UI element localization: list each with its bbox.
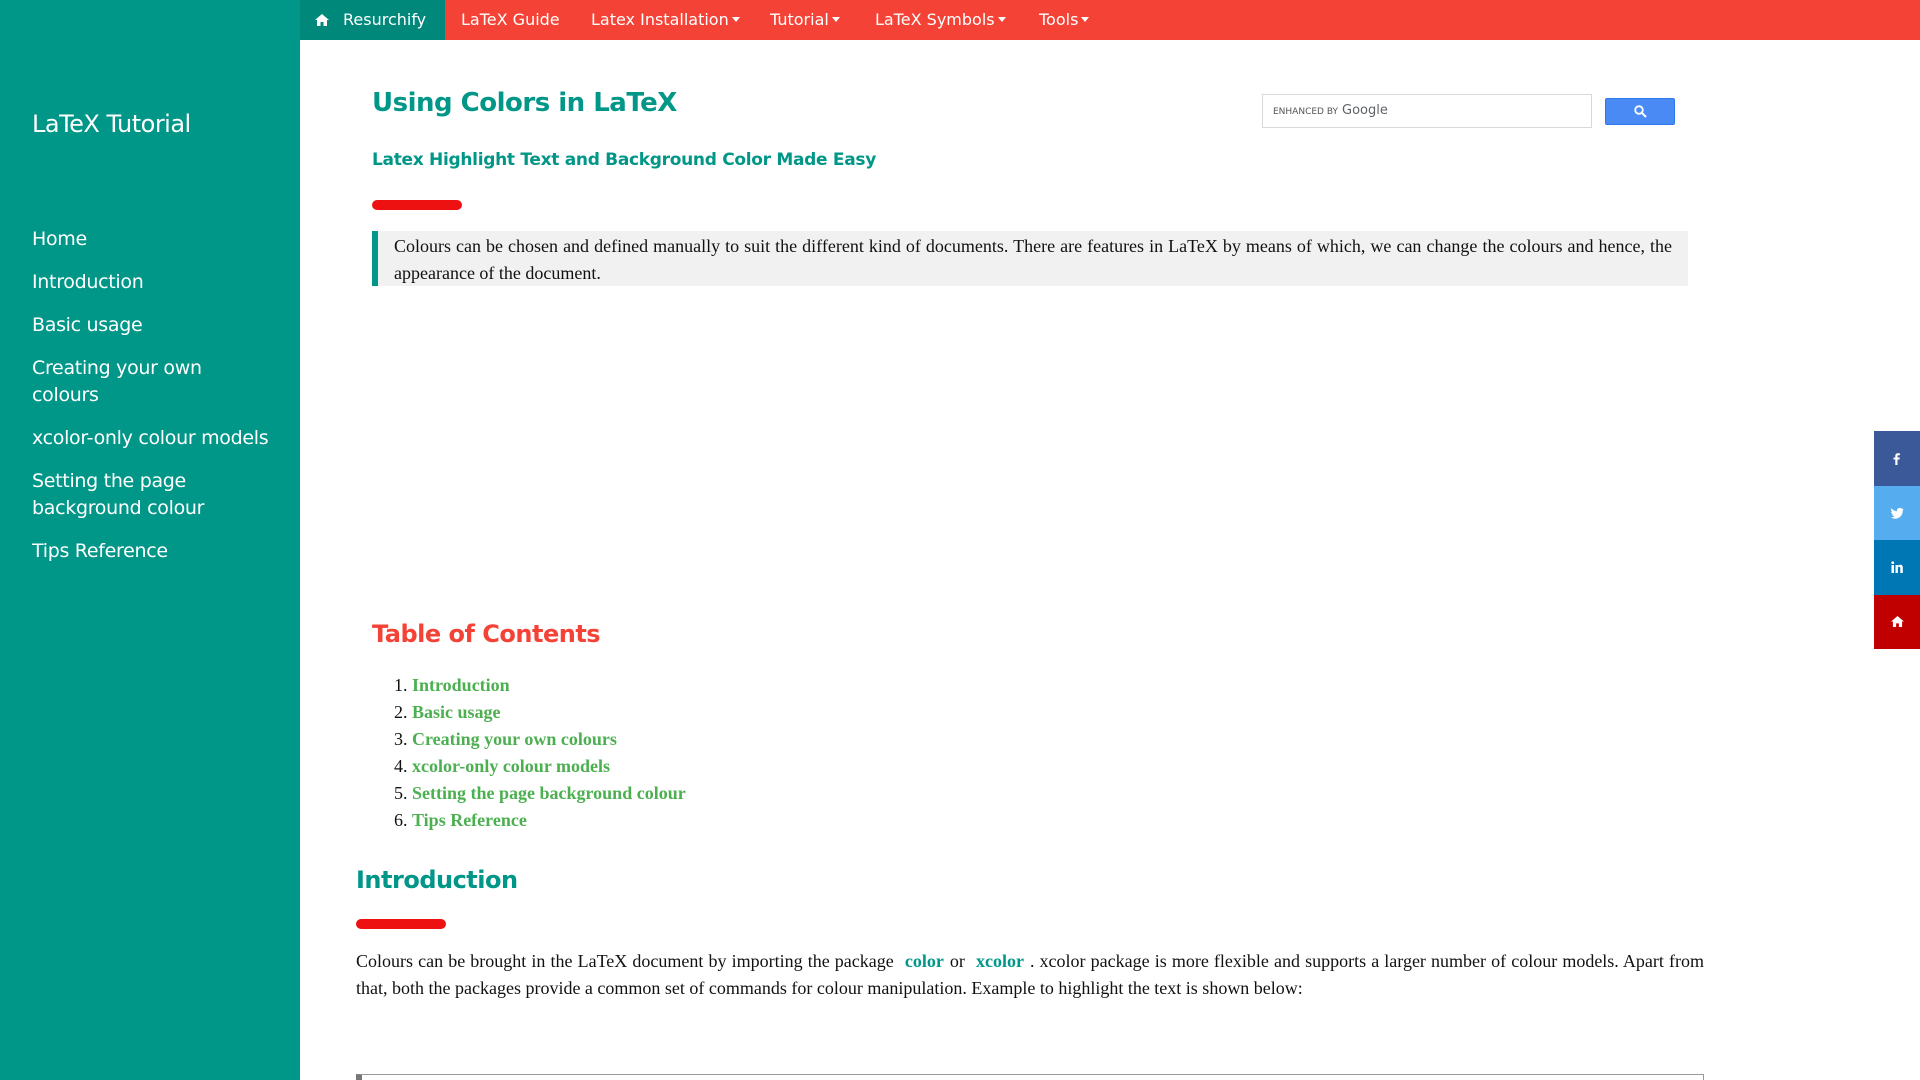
toc-number: 2. [394, 702, 408, 722]
section-heading-introduction: Introduction [356, 866, 518, 894]
sidebar-item-home[interactable]: Home [32, 226, 272, 253]
package-link-xcolor[interactable]: xcolor [970, 951, 1030, 971]
toc-link-introduction[interactable]: Introduction [412, 675, 510, 695]
sidebar: LaTeX Tutorial Home Introduction Basic u… [0, 0, 300, 1080]
nav-latex-installation[interactable]: Latex Installation [591, 0, 740, 40]
page-subtitle: Latex Highlight Text and Background Colo… [372, 150, 876, 170]
nav-latex-symbols-label: LaTeX Symbols [875, 10, 995, 29]
share-linkedin-button[interactable] [1874, 540, 1920, 595]
toc-item: 3. Creating your own colours [394, 726, 686, 753]
toc-link-page-background[interactable]: Setting the page background colour [412, 783, 686, 803]
search-branding: ENHANCED BY Google [1273, 95, 1388, 128]
search-brand-prefix: ENHANCED BY [1273, 107, 1339, 117]
toc-link-creating-colours[interactable]: Creating your own colours [412, 729, 617, 749]
sidebar-nav: Home Introduction Basic usage Creating y… [32, 226, 272, 581]
share-facebook-button[interactable] [1874, 431, 1920, 486]
search-input[interactable] [1423, 97, 1583, 125]
nav-latex-guide[interactable]: LaTeX Guide [461, 0, 560, 40]
toc-link-tips-reference[interactable]: Tips Reference [412, 810, 527, 830]
toc-number: 1. [394, 675, 408, 695]
toc-link-basic-usage[interactable]: Basic usage [412, 702, 501, 722]
search-button[interactable] [1605, 98, 1675, 125]
heading-underline-bar [356, 919, 446, 929]
nav-latex-installation-label: Latex Installation [591, 10, 729, 29]
intro-text-or: or [949, 951, 965, 971]
home-icon [1891, 616, 1904, 627]
package-link-color[interactable]: color [899, 951, 950, 971]
search-icon [1634, 105, 1647, 118]
caret-down-icon [1081, 17, 1090, 22]
search-box[interactable]: ENHANCED BY Google [1262, 94, 1592, 128]
toc-title: Table of Contents [372, 620, 601, 648]
toc-item: 4. xcolor-only colour models [394, 753, 686, 780]
toc-list: 1. Introduction 2. Basic usage 3. Creati… [394, 672, 686, 834]
sidebar-item-introduction[interactable]: Introduction [32, 269, 272, 296]
toc-item: 1. Introduction [394, 672, 686, 699]
nav-tutorial[interactable]: Tutorial [770, 0, 840, 40]
code-example-box [356, 1074, 1704, 1080]
sidebar-item-tips-reference[interactable]: Tips Reference [32, 538, 272, 565]
nav-tutorial-label: Tutorial [770, 10, 829, 29]
toc-item: 2. Basic usage [394, 699, 686, 726]
toc-number: 6. [394, 810, 408, 830]
site-title[interactable]: LaTeX Tutorial [32, 110, 191, 138]
toc-item: 6. Tips Reference [394, 807, 686, 834]
nav-home-link[interactable]: Resurchify [300, 0, 445, 40]
caret-down-icon [997, 17, 1006, 22]
google-logo: Google [1342, 103, 1388, 118]
intro-text-before: Colours can be brought in the LaTeX docu… [356, 951, 894, 971]
toc-link-xcolor-models[interactable]: xcolor-only colour models [412, 756, 610, 776]
facebook-icon [1893, 453, 1900, 465]
intro-blockquote: Colours can be chosen and defined manual… [372, 231, 1688, 286]
share-twitter-button[interactable] [1874, 486, 1920, 541]
twitter-icon [1891, 507, 1904, 519]
intro-paragraph: Colours can be brought in the LaTeX docu… [356, 948, 1704, 1002]
toc-item: 5. Setting the page background colour [394, 780, 686, 807]
nav-latex-guide-label: LaTeX Guide [461, 10, 560, 29]
page-title: Using Colors in LaTeX [372, 88, 677, 118]
toc-number: 5. [394, 783, 408, 803]
sidebar-item-basic-usage[interactable]: Basic usage [32, 312, 272, 339]
heading-underline-bar [372, 200, 462, 210]
sidebar-item-xcolor-models[interactable]: xcolor-only colour models [32, 425, 272, 452]
sidebar-item-creating-colours[interactable]: Creating your own colours [32, 355, 272, 409]
linkedin-icon [1891, 561, 1903, 573]
toc-number: 4. [394, 756, 408, 776]
top-navbar: Resurchify LaTeX Guide Latex Installatio… [300, 0, 1920, 40]
nav-latex-symbols[interactable]: LaTeX Symbols [875, 0, 1006, 40]
caret-down-icon [831, 17, 840, 22]
nav-brand-label: Resurchify [343, 10, 427, 29]
sidebar-item-page-background[interactable]: Setting the page background colour [32, 468, 272, 522]
share-home-button[interactable] [1874, 595, 1920, 649]
caret-down-icon [731, 17, 740, 22]
toc-number: 3. [394, 729, 408, 749]
nav-tools[interactable]: Tools [1039, 0, 1090, 40]
nav-tools-label: Tools [1039, 10, 1079, 29]
home-icon [315, 1, 331, 41]
